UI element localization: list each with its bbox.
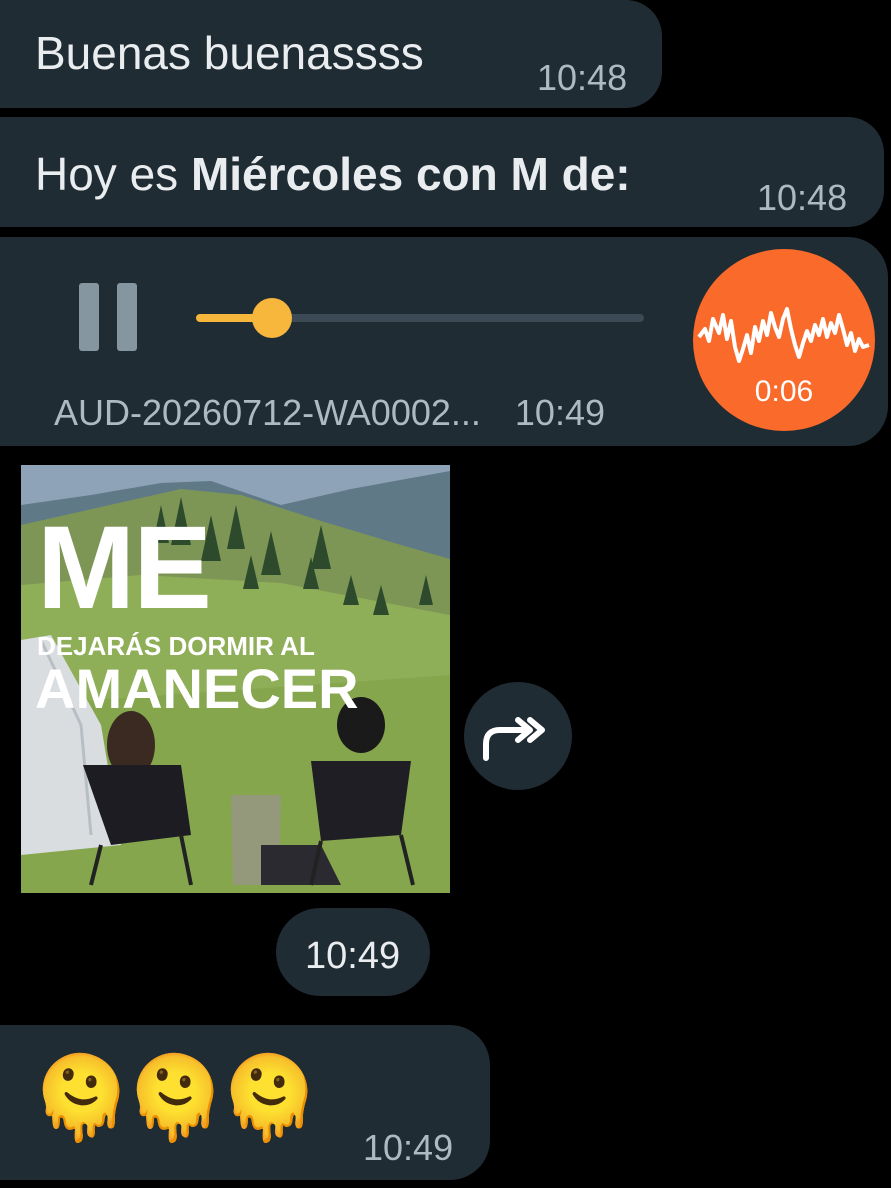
melting-face-emoji: 🫠	[30, 1053, 133, 1144]
message-timestamp: 10:48	[537, 57, 628, 98]
audio-avatar: 0:06	[693, 249, 875, 431]
pause-icon-bar-left	[79, 283, 99, 351]
message-bubble-2[interactable]: Hoy es Miércoles con M de: 10:48	[0, 117, 884, 227]
audio-duration: 0:06	[754, 375, 814, 408]
pause-icon-bar-right	[117, 283, 137, 351]
audio-seek-handle[interactable]	[252, 298, 293, 338]
media-thumbnail[interactable]: ME DEJARÁS DORMIR AL AMANECER	[21, 465, 450, 893]
melting-face-emoji: 🫠	[124, 1053, 227, 1144]
audio-filename: AUD-20260712-WA0002... 10:49	[54, 392, 605, 434]
audio-message-bubble[interactable]: AUD-20260712-WA0002... 10:49 0:06	[0, 237, 888, 446]
forward-icon	[483, 717, 545, 761]
message-text: Hoy es Miércoles con M de:	[35, 147, 631, 201]
pause-button[interactable]	[60, 257, 160, 367]
message-timestamp: 10:49	[514, 392, 605, 433]
message-bubble-1[interactable]: Buenas buenassss 10:48	[0, 0, 662, 108]
message-timestamp: 10:48	[757, 177, 848, 218]
media-overlay-headline: AMANECER	[35, 657, 359, 720]
media-overlay-title: ME	[37, 502, 212, 634]
forward-button[interactable]	[464, 682, 572, 790]
message-text-bold: Miércoles con M de:	[190, 148, 631, 200]
message-timestamp: 10:49	[305, 935, 401, 977]
melting-face-emoji: 🫠	[218, 1053, 321, 1144]
audio-filename-text: AUD-20260712-WA0002...	[54, 392, 481, 433]
media-timestamp-bubble: 10:49	[276, 908, 430, 996]
message-timestamp: 10:49	[363, 1127, 454, 1168]
message-text: Buenas buenassss	[35, 27, 424, 79]
message-text-plain: Hoy es	[35, 148, 191, 200]
